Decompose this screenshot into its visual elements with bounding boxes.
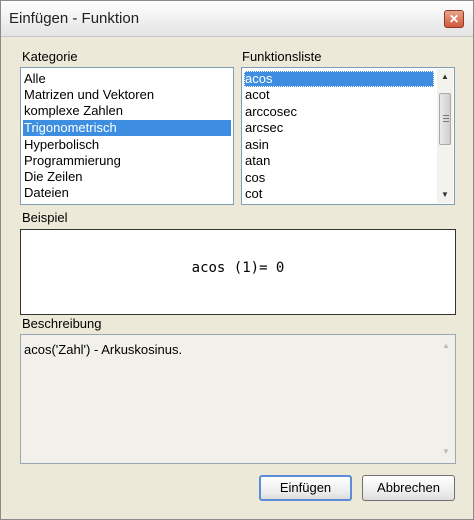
description-box: acos('Zahl') - Arkuskosinus. ▲ ▼ — [20, 334, 456, 464]
function-item[interactable]: acot — [244, 87, 434, 103]
function-item[interactable]: cot — [244, 186, 434, 202]
function-listbox[interactable]: acos acot arccosec arcsec asin atan cos … — [241, 67, 455, 205]
window-title: Einfügen - Funktion — [9, 10, 140, 27]
cancel-button[interactable]: Abbrechen — [362, 475, 455, 501]
insert-button[interactable]: Einfügen — [259, 475, 352, 501]
function-list-label: Funktionsliste — [242, 49, 322, 64]
category-item-selected[interactable]: Trigonometrisch — [23, 120, 231, 136]
insert-function-dialog: Einfügen - Funktion ✕ Kategorie Alle Mat… — [0, 0, 474, 520]
category-item[interactable]: Alle — [23, 71, 231, 87]
title-bar[interactable]: Einfügen - Funktion ✕ — [1, 1, 473, 37]
scrollbar-thumb[interactable] — [439, 93, 451, 145]
function-item[interactable]: arcsec — [244, 120, 434, 136]
category-item[interactable]: Programmierung — [23, 153, 231, 169]
example-panel: acos (1)= 0 — [20, 229, 456, 315]
function-item[interactable]: atan — [244, 153, 434, 169]
close-button[interactable]: ✕ — [444, 10, 464, 28]
function-item[interactable]: arccosec — [244, 104, 434, 120]
example-label: Beispiel — [22, 210, 68, 225]
arrow-up-icon: ▲ — [442, 341, 450, 350]
function-item-selected[interactable]: acos — [244, 71, 434, 87]
description-scrollbar: ▲ ▼ — [438, 336, 454, 462]
category-item[interactable]: Die Zeilen — [23, 169, 231, 185]
category-label: Kategorie — [22, 49, 78, 64]
example-formula: acos (1)= 0 — [191, 260, 285, 276]
close-icon: ✕ — [448, 12, 460, 26]
arrow-down-icon[interactable]: ▼ — [437, 187, 453, 203]
function-item[interactable]: asin — [244, 137, 434, 153]
description-text: acos('Zahl') - Arkuskosinus. — [24, 342, 183, 357]
description-label: Beschreibung — [22, 316, 102, 331]
arrow-down-icon: ▼ — [442, 447, 450, 456]
category-item[interactable]: Dateien — [23, 185, 231, 201]
function-list-scrollbar[interactable]: ▲ ▼ — [437, 69, 453, 203]
category-item[interactable]: komplexe Zahlen — [23, 103, 231, 119]
category-item[interactable]: Matrizen und Vektoren — [23, 87, 231, 103]
category-listbox[interactable]: Alle Matrizen und Vektoren komplexe Zahl… — [20, 67, 234, 205]
arrow-up-icon[interactable]: ▲ — [437, 69, 453, 85]
function-item[interactable]: cos — [244, 170, 434, 186]
category-item[interactable]: Hyperbolisch — [23, 137, 231, 153]
